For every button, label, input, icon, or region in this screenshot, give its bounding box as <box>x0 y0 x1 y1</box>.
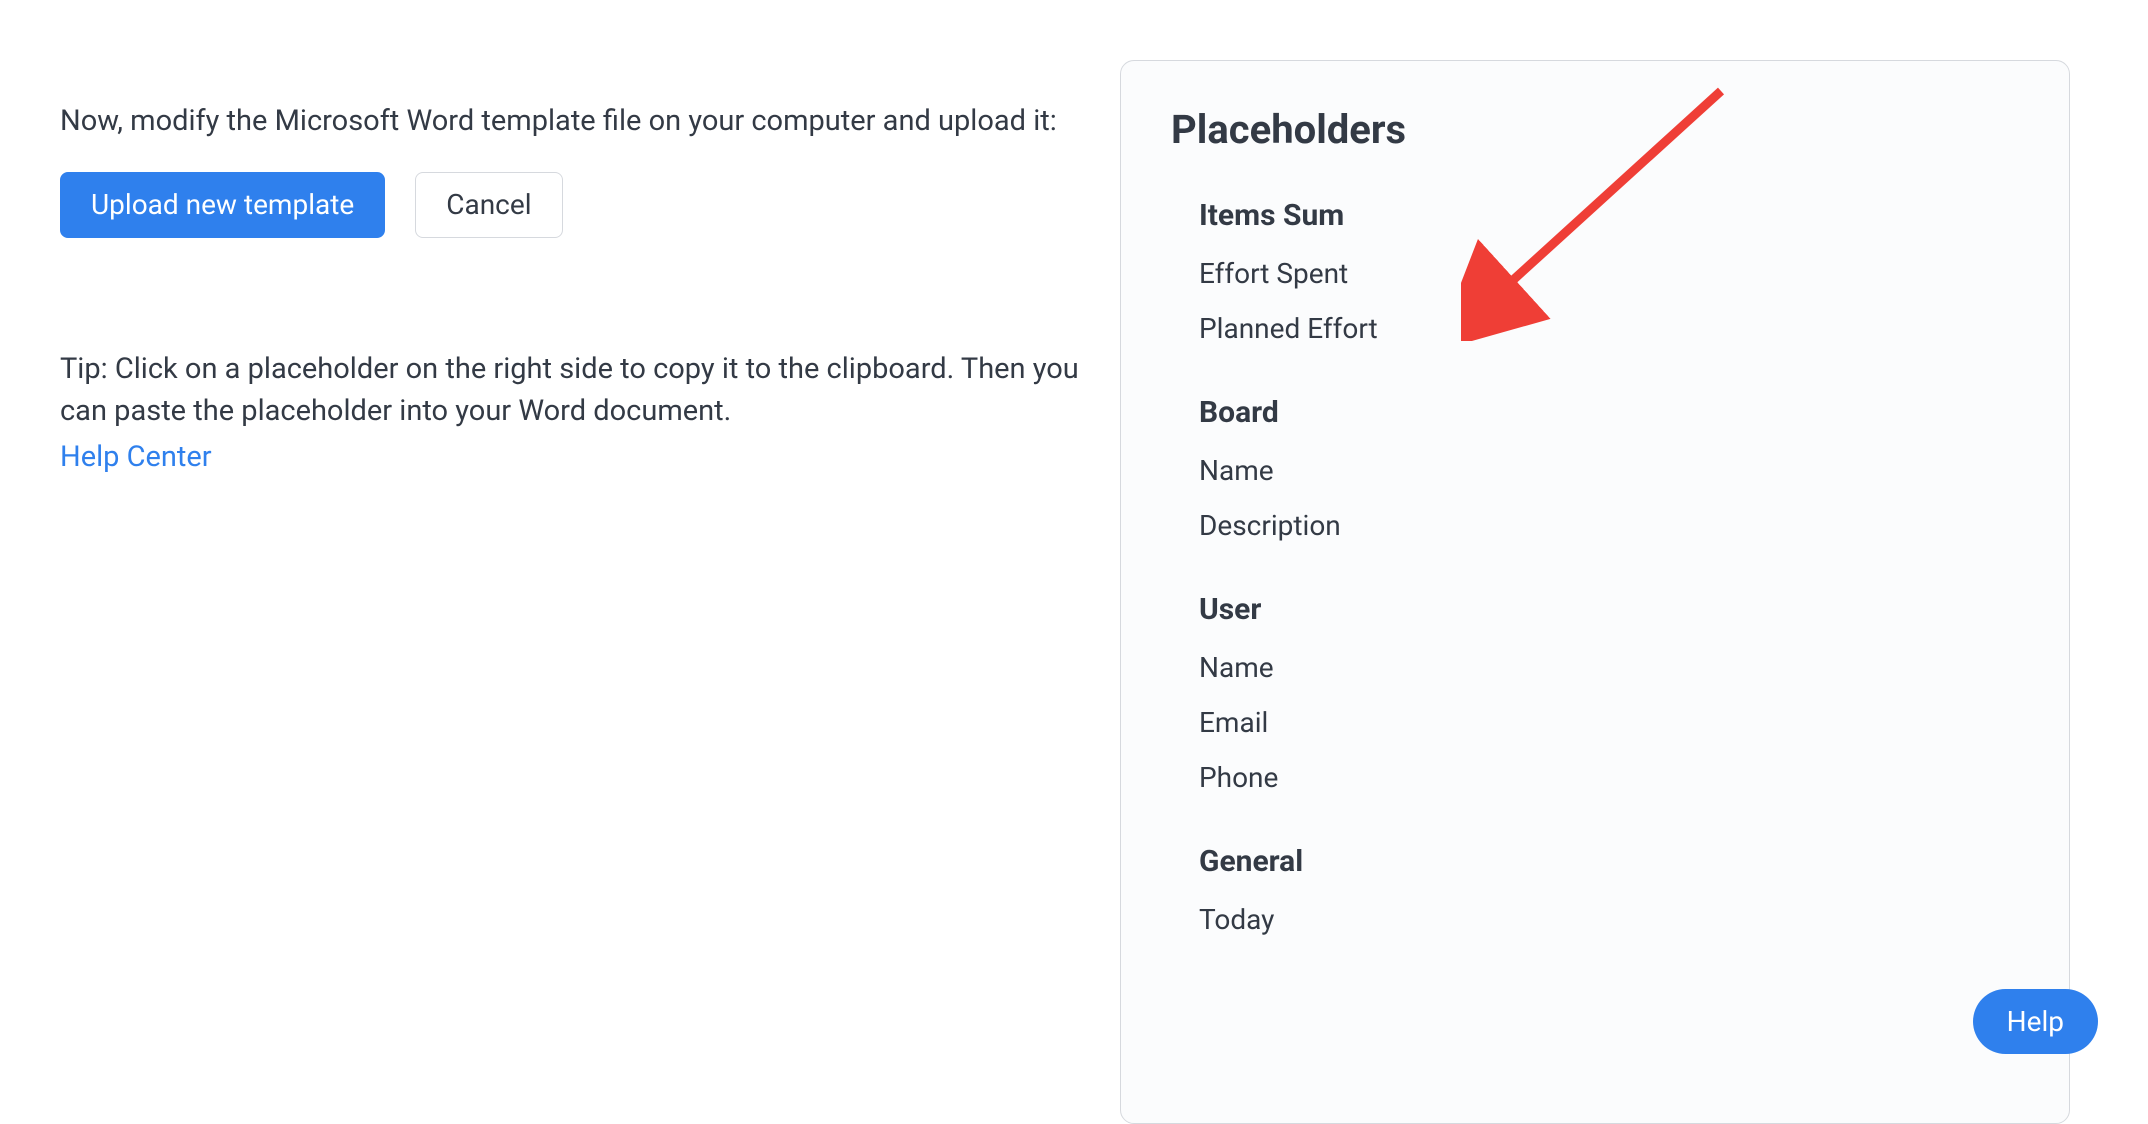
group-items-sum: Items Sum Effort Spent Planned Effort <box>1199 198 2019 345</box>
group-title-items-sum: Items Sum <box>1199 198 2019 233</box>
group-general: General Today <box>1199 844 2019 936</box>
group-user: User Name Email Phone <box>1199 592 2019 794</box>
group-title-user: User <box>1199 592 2019 627</box>
group-title-general: General <box>1199 844 2019 879</box>
help-button[interactable]: Help <box>1973 989 2098 1054</box>
placeholder-item[interactable]: Effort Spent <box>1199 257 2019 290</box>
placeholder-item[interactable]: Email <box>1199 706 2019 739</box>
cancel-button[interactable]: Cancel <box>415 172 562 238</box>
placeholders-panel: Placeholders Items Sum Effort Spent Plan… <box>1120 60 2070 1124</box>
help-center-link[interactable]: Help Center <box>60 436 212 478</box>
panel-title: Placeholders <box>1171 106 2019 153</box>
upload-new-template-button[interactable]: Upload new template <box>60 172 385 238</box>
group-board: Board Name Description <box>1199 395 2019 542</box>
button-row: Upload new template Cancel <box>60 172 1080 238</box>
tip-block: Tip: Click on a placeholder on the right… <box>60 348 1080 478</box>
placeholder-item[interactable]: Description <box>1199 509 2019 542</box>
instruction-text: Now, modify the Microsoft Word template … <box>60 100 1080 142</box>
group-title-board: Board <box>1199 395 2019 430</box>
placeholder-item[interactable]: Phone <box>1199 761 2019 794</box>
placeholder-item[interactable]: Name <box>1199 454 2019 487</box>
tip-text: Tip: Click on a placeholder on the right… <box>60 352 1079 428</box>
placeholder-item[interactable]: Name <box>1199 651 2019 684</box>
placeholder-item[interactable]: Today <box>1199 903 2019 936</box>
placeholder-item[interactable]: Planned Effort <box>1199 312 2019 345</box>
